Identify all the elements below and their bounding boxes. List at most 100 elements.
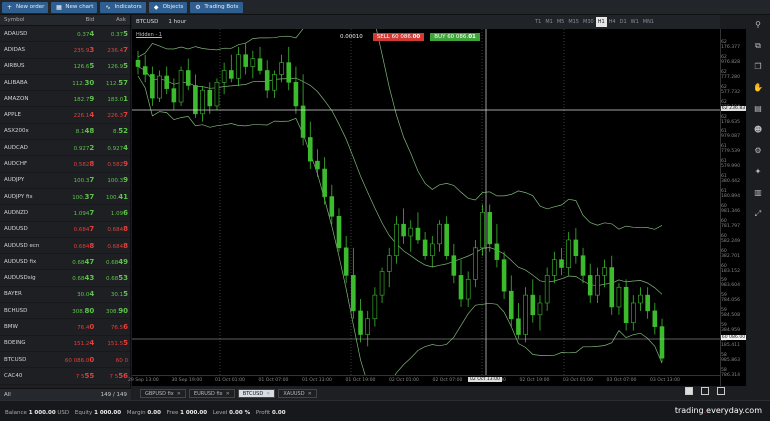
- bid-price[interactable]: 126.65: [50, 62, 95, 70]
- ask-price[interactable]: 151.55: [94, 339, 130, 347]
- pin-icon[interactable]: ⚲: [753, 20, 763, 30]
- ask-price[interactable]: 0.6848: [94, 242, 130, 250]
- bid-price[interactable]: 1.0947: [50, 209, 95, 217]
- watchlist-row[interactable]: AMAZON 182.79 183.01: [0, 91, 130, 108]
- ask-price[interactable]: 1.096: [94, 209, 130, 217]
- ask-price[interactable]: 0.5829: [94, 160, 130, 168]
- bid-price[interactable]: 235.93: [50, 46, 95, 54]
- ask-price[interactable]: 0.9274: [94, 144, 130, 152]
- bid-price[interactable]: 0.6847: [50, 258, 94, 266]
- bid-price[interactable]: 0.6843: [50, 274, 94, 282]
- buy-button[interactable]: BUY 60 086.01: [430, 33, 480, 41]
- watchlist-row[interactable]: ADAUSD 0.374 0.375: [0, 26, 130, 43]
- bid-price[interactable]: 182.79: [50, 95, 95, 103]
- ask-price[interactable]: 0.6853: [94, 274, 130, 282]
- ask-price[interactable]: 100.41: [94, 193, 130, 201]
- ask-price[interactable]: 112.57: [94, 79, 130, 87]
- bid-price[interactable]: 76.40: [50, 323, 94, 331]
- timeframe-h4[interactable]: H4: [607, 17, 618, 27]
- watchlist-row[interactable]: ALIBABA 112.30 112.57: [0, 75, 130, 92]
- grid-layout-icon[interactable]: [717, 387, 725, 395]
- bid-price[interactable]: 112.30: [50, 79, 94, 87]
- bid-price[interactable]: 0.6847: [50, 225, 95, 233]
- close-icon[interactable]: ✕: [266, 391, 270, 397]
- layers-icon[interactable]: ⧉: [753, 41, 763, 51]
- timeframe-w1[interactable]: W1: [629, 17, 641, 27]
- chart-timeframe-selector[interactable]: 1 hour: [168, 19, 186, 25]
- ask-price[interactable]: 236.47: [94, 46, 130, 54]
- ask-price[interactable]: 60 0: [94, 356, 130, 364]
- ask-price[interactable]: 8.52: [94, 127, 130, 135]
- watchlist-row[interactable]: AUDJPY 100.37 100.39: [0, 173, 130, 189]
- chart-symbol-selector[interactable]: BTCUSD: [136, 19, 158, 25]
- expand-icon[interactable]: ⤢: [753, 209, 763, 219]
- toolbar-button-new-order[interactable]: + New order: [2, 1, 49, 13]
- watchlist-row[interactable]: AUDJPY fix 100.37 100.41: [0, 189, 130, 206]
- split-layout-icon[interactable]: [701, 387, 709, 395]
- bid-price[interactable]: 0.374: [50, 30, 94, 38]
- person-icon[interactable]: ☻: [753, 125, 763, 135]
- close-icon[interactable]: ✕: [308, 391, 312, 397]
- bid-price[interactable]: 226.14: [50, 111, 95, 119]
- ask-price[interactable]: 126.95: [94, 62, 130, 70]
- timeframe-mn1[interactable]: MN1: [641, 17, 656, 27]
- ask-price[interactable]: 0.6848: [94, 225, 130, 233]
- watchlist-row[interactable]: CAC40 7 555 7 556: [0, 368, 130, 385]
- watchlist-row[interactable]: ADIDAS 235.93 236.47: [0, 42, 130, 59]
- bid-price[interactable]: 151.24: [50, 339, 95, 347]
- chart-bars-icon[interactable]: ▥: [753, 188, 763, 198]
- ask-price[interactable]: 7 556: [94, 372, 130, 380]
- watchlist-row[interactable]: AUDCAD 0.9272 0.9274: [0, 140, 130, 157]
- timeframe-h1[interactable]: H1: [595, 17, 607, 27]
- ask-price[interactable]: 308.90: [94, 307, 130, 315]
- watchlist-row[interactable]: BOEING 151.24 151.55: [0, 336, 130, 352]
- watchlist-filter[interactable]: All: [4, 392, 11, 398]
- timeframe-m1[interactable]: M1: [543, 17, 555, 27]
- bid-price[interactable]: 8.148: [50, 127, 95, 135]
- trade-quantity[interactable]: 0.00010: [340, 34, 363, 40]
- timeframe-d1[interactable]: D1: [618, 17, 629, 27]
- ask-price[interactable]: 100.39: [94, 176, 130, 184]
- timeframe-m15[interactable]: M15: [566, 17, 581, 27]
- watchlist-row[interactable]: AUDUSD ecn 0.6848 0.6848: [0, 238, 130, 255]
- chart-tab[interactable]: EURUSD fix ✕: [188, 389, 235, 398]
- bid-price[interactable]: 60 086.00: [50, 356, 94, 364]
- watchlist-row[interactable]: BCHUSD 308.80 308.90: [0, 303, 130, 320]
- ask-price[interactable]: 30.15: [94, 290, 130, 298]
- bid-price[interactable]: 0.9272: [50, 144, 95, 152]
- hand-icon[interactable]: ✋: [753, 83, 763, 93]
- bid-price[interactable]: 100.37: [50, 176, 95, 184]
- close-icon[interactable]: ✕: [226, 391, 230, 397]
- chart-tab[interactable]: GBPUSD fix ✕: [140, 389, 186, 398]
- toolbar-button-new-chart[interactable]: ▦ New chart: [51, 1, 98, 13]
- watchlist-row[interactable]: AUDUSDsig 0.6843 0.6853: [0, 270, 130, 287]
- watchlist-row[interactable]: AUDUSD 0.6847 0.6848: [0, 222, 130, 238]
- timeframe-m30[interactable]: M30: [581, 17, 596, 27]
- bid-price[interactable]: 30.04: [50, 290, 94, 298]
- bid-price[interactable]: 308.80: [50, 307, 94, 315]
- timeframe-t1[interactable]: T1: [533, 17, 543, 27]
- chart-tab[interactable]: BTCUSD ✕: [237, 389, 276, 398]
- cards-icon[interactable]: ▤: [753, 104, 763, 114]
- watchlist-row[interactable]: BTCUSD 60 086.00 60 0: [0, 352, 130, 369]
- ask-price[interactable]: 76.56: [94, 323, 130, 331]
- watchlist-row[interactable]: ASX200x 8.148 8.52: [0, 124, 130, 141]
- price-chart[interactable]: Hidden - 1: [132, 29, 720, 386]
- watchlist-row[interactable]: BAYER 30.04 30.15: [0, 287, 130, 304]
- symbol-column-header[interactable]: Symbol: [0, 17, 50, 23]
- ask-price[interactable]: 0.375: [94, 30, 130, 38]
- watchlist-row[interactable]: BMW 76.40 76.56: [0, 319, 130, 336]
- watchlist-row[interactable]: AUDUSD fix 0.6847 0.6849: [0, 254, 130, 271]
- watchlist-row[interactable]: AUDNZD 1.0947 1.096: [0, 205, 130, 222]
- bid-column-header[interactable]: Bid: [50, 17, 94, 23]
- ask-price[interactable]: 0.6849: [94, 258, 130, 266]
- indicator-label[interactable]: Hidden - 1: [136, 32, 162, 38]
- ask-price[interactable]: 226.37: [94, 111, 130, 119]
- toolbar-button-objects[interactable]: ◆ Objects: [148, 1, 188, 13]
- chart-tab[interactable]: XAUUSD ✕: [278, 389, 317, 398]
- gear-icon[interactable]: ✦: [753, 167, 763, 177]
- candlestick-chart[interactable]: [132, 29, 720, 375]
- settings-icon[interactable]: ⚙: [753, 146, 763, 156]
- toolbar-button-indicators[interactable]: ∿ Indicators: [100, 1, 146, 13]
- copy-icon[interactable]: ❐: [753, 62, 763, 72]
